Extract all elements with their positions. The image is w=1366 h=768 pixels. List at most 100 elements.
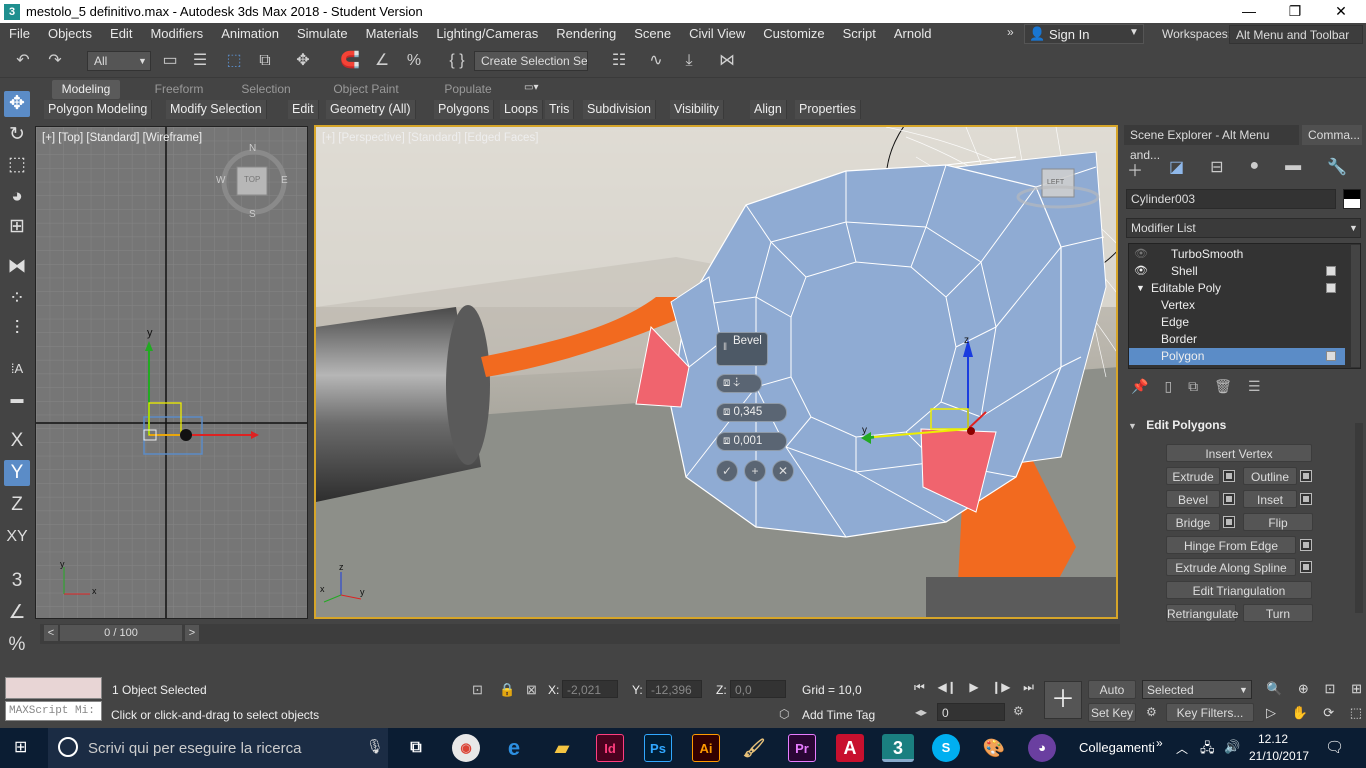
3dsmax-taskbar-icon[interactable]: 3 [882, 734, 914, 762]
stack-checkbox[interactable] [1326, 351, 1336, 361]
menu-item-objects[interactable]: Objects [39, 23, 101, 45]
menu-item-modifiers[interactable]: Modifiers [141, 23, 212, 45]
window-crossing-icon[interactable]: ⧉ [252, 49, 278, 73]
extrude-settings-icon[interactable] [1223, 470, 1235, 482]
show-end-result-icon[interactable]: ▯ [1164, 378, 1172, 395]
make-unique-icon[interactable]: ⧉ [1188, 378, 1198, 395]
percent-snap-icon[interactable]: % [401, 49, 427, 73]
axis-xy-button[interactable]: XY [4, 524, 30, 550]
flip-button[interactable]: Flip [1243, 513, 1313, 531]
edge-icon[interactable]: e [500, 734, 528, 762]
bevel-button[interactable]: Bevel [1166, 490, 1220, 508]
ribbon-button-properties[interactable]: Properties [795, 100, 861, 119]
menu-item-lighting-cameras[interactable]: Lighting/Cameras [427, 23, 547, 45]
align-icon[interactable]: ⫶ [4, 316, 30, 342]
tab-command[interactable]: Comma... [1302, 125, 1362, 145]
array-icon[interactable]: ⁘ [4, 286, 30, 312]
menu-item-simulate[interactable]: Simulate [288, 23, 357, 45]
autocad-icon[interactable]: A [836, 734, 864, 762]
menu-item-arnold[interactable]: Arnold [885, 23, 941, 45]
utilities-icon[interactable]: 🔧 [1327, 157, 1347, 181]
ribbon-button-align[interactable]: Align [750, 100, 787, 119]
bevel-settings-icon[interactable] [1223, 493, 1235, 505]
motion-icon[interactable]: ● [1249, 157, 1259, 181]
percent-snap-icon[interactable]: % [4, 632, 30, 658]
key-filters-button[interactable]: Key Filters... [1166, 703, 1254, 722]
current-frame-field[interactable]: 0 [937, 703, 1005, 721]
ribbon-button-polygons[interactable]: Polygons [434, 100, 495, 119]
auto-key-button[interactable]: Auto Key [1088, 680, 1136, 715]
network-icon[interactable]: 🖧 [1200, 739, 1215, 761]
key-mode-icon[interactable]: ◂▸ [915, 705, 927, 719]
extrude-spline-settings-icon[interactable] [1300, 561, 1312, 573]
field-of-view-icon[interactable]: ▷ [1266, 705, 1276, 721]
move-icon[interactable]: ✥ [290, 49, 316, 73]
menu-item-scene[interactable]: Scene [625, 23, 680, 45]
insert-vertex-button[interactable]: Insert Vertex [1166, 444, 1312, 462]
select-object-icon[interactable]: ▭ [157, 49, 183, 73]
stack-item-shell[interactable]: Shell 👁 [1129, 263, 1345, 280]
ribbon-button-tris[interactable]: Tris [545, 100, 575, 119]
outline-settings-icon[interactable] [1300, 470, 1312, 482]
rectangular-selection-icon[interactable]: ⬚ [221, 49, 247, 73]
maxscript-listener-pink[interactable] [5, 677, 102, 699]
move-icon[interactable]: ✥ [4, 91, 30, 117]
absolute-mode-icon[interactable]: ⊠ [526, 682, 537, 698]
selection-set-dropdown[interactable]: Create Selection Se [474, 51, 588, 71]
extrude-button[interactable]: Extrude [1166, 467, 1220, 485]
tray-chevron-icon[interactable]: ︿ [1176, 740, 1188, 757]
chrome-icon[interactable]: ◉ [452, 734, 480, 762]
viewport-top[interactable]: [+] [Top] [Standard] [Wireframe] TOP N S… [35, 126, 308, 619]
hinge-settings-icon[interactable] [1300, 539, 1312, 551]
snap-3d-icon[interactable]: 3 [4, 568, 30, 594]
ribbon-button-visibility[interactable]: Visibility [670, 100, 724, 119]
menu-item-edit[interactable]: Edit [101, 23, 141, 45]
workspace-dropdown[interactable]: Alt Menu and Toolbar [1229, 25, 1363, 44]
panel-scrollbar[interactable] [1355, 423, 1363, 613]
stack-item-edge[interactable]: Edge [1129, 314, 1345, 331]
menu-item-script[interactable]: Script [834, 23, 885, 45]
stack-item-border[interactable]: Border [1129, 331, 1345, 348]
stack-item-polygon[interactable]: Polygon [1129, 348, 1345, 365]
time-slider-thumb[interactable]: 0 / 100 [60, 625, 182, 641]
go-to-end-icon[interactable]: ⏭ [1023, 680, 1034, 695]
links-chevron-icon[interactable]: » [1156, 736, 1163, 750]
apply-icon[interactable]: + [744, 460, 766, 482]
stack-scrollbar[interactable] [1351, 245, 1360, 367]
next-frame-icon[interactable]: ❙▶ [991, 680, 1010, 695]
ruler-icon[interactable]: ▬ [4, 386, 30, 412]
stack-item-editable-poly[interactable]: Editable Poly ▼ [1129, 280, 1345, 297]
ribbon-tab-freeform[interactable]: Freeform [143, 80, 215, 99]
axis-z-button[interactable]: Z [4, 492, 30, 518]
illustrator-icon[interactable]: Ai [692, 734, 720, 762]
turn-button[interactable]: Turn [1243, 604, 1313, 622]
stack-item-vertex[interactable]: Vertex [1129, 297, 1345, 314]
paint-palette-icon[interactable]: 🎨 [980, 734, 1008, 762]
menu-item-materials[interactable]: Materials [357, 23, 428, 45]
ribbon-tab-object-paint[interactable]: Object Paint [320, 80, 412, 99]
ribbon-button-geometry-all-[interactable]: Geometry (All) [326, 100, 416, 119]
stack-checkbox[interactable] [1326, 283, 1336, 293]
snap-icon[interactable]: ⁞A [4, 356, 30, 382]
orbit-icon[interactable]: ⟳ [1323, 705, 1334, 721]
clock-date[interactable]: 21/10/2017 [1249, 749, 1309, 763]
ribbon-button-polygon-modeling[interactable]: Polygon Modeling [44, 100, 153, 119]
menu-item-rendering[interactable]: Rendering [547, 23, 625, 45]
zoom-icon[interactable]: 🔍 [1266, 681, 1282, 697]
pin-stack-icon[interactable]: 📌 [1131, 378, 1148, 395]
set-key-big-button[interactable]: ＋ [1044, 681, 1082, 719]
ribbon-tab-selection[interactable]: Selection [230, 80, 302, 99]
zoom-extents-icon[interactable]: ⊡ [1324, 681, 1335, 697]
file-explorer-icon[interactable]: ▰ [548, 734, 576, 762]
premiere-icon[interactable]: Pr [788, 734, 816, 762]
play-icon[interactable]: ▶ [969, 680, 978, 695]
schematic-view-icon[interactable]: ⋈ [714, 49, 740, 73]
viewcube-face-label[interactable]: TOP [244, 175, 260, 184]
links-toolbar[interactable]: Collegamenti [1079, 740, 1155, 755]
inset-button[interactable]: Inset [1243, 490, 1297, 508]
menu-more[interactable]: » [1007, 25, 1019, 43]
selection-filter-dropdown[interactable]: All ▼ [87, 51, 151, 71]
maximize-button[interactable]: ❐ [1272, 0, 1318, 23]
ribbon-tab-populate[interactable]: Populate [433, 80, 503, 99]
modify-icon[interactable]: ◪ [1169, 157, 1184, 181]
